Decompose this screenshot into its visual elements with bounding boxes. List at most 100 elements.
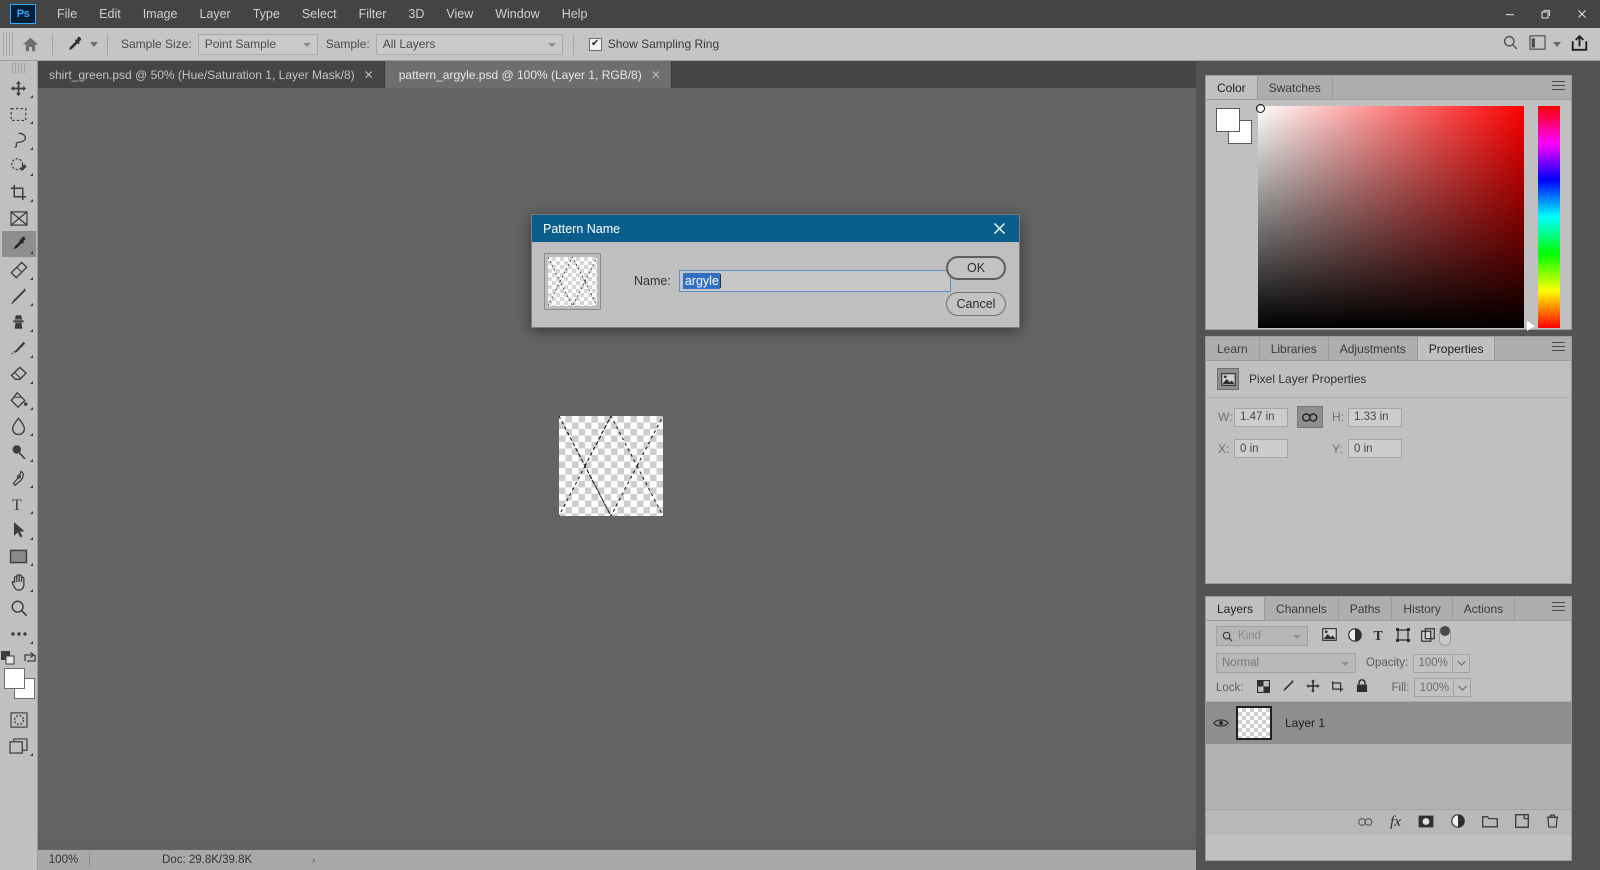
menu-item-image[interactable]: Image xyxy=(132,3,189,25)
menu-item-file[interactable]: File xyxy=(46,3,88,25)
options-bar-grip[interactable] xyxy=(3,32,13,56)
properties-panel-menu-icon[interactable] xyxy=(1552,342,1565,355)
layer-style-icon[interactable]: fx xyxy=(1390,814,1401,831)
status-expand-chevron-icon[interactable]: › xyxy=(312,855,315,866)
blend-mode-select[interactable]: Normal xyxy=(1216,653,1356,673)
smart-object-filter-icon[interactable] xyxy=(1421,627,1435,645)
rectangular-marquee-tool[interactable] xyxy=(2,101,36,127)
zoom-level[interactable]: 100% xyxy=(38,854,90,866)
dialog-close-button[interactable] xyxy=(979,215,1019,242)
menu-item-3d[interactable]: 3D xyxy=(397,3,435,25)
pen-tool[interactable] xyxy=(2,465,36,491)
tab-history[interactable]: History xyxy=(1392,597,1453,620)
link-layers-icon[interactable] xyxy=(1358,816,1373,830)
adjustment-filter-icon[interactable] xyxy=(1348,627,1362,645)
close-icon[interactable]: ✕ xyxy=(364,68,374,82)
tab-color[interactable]: Color xyxy=(1206,76,1258,99)
eye-icon[interactable] xyxy=(1206,717,1236,729)
width-field[interactable]: 1.47 in xyxy=(1234,407,1288,427)
path-selection-tool[interactable] xyxy=(2,517,36,543)
tab-paths[interactable]: Paths xyxy=(1339,597,1393,620)
spot-healing-brush-tool[interactable] xyxy=(2,257,36,283)
delete-layer-icon[interactable] xyxy=(1546,814,1559,831)
menu-item-view[interactable]: View xyxy=(435,3,484,25)
tab-channels[interactable]: Channels xyxy=(1265,597,1339,620)
canvas-area[interactable] xyxy=(38,88,1196,834)
history-brush-tool[interactable] xyxy=(2,335,36,361)
share-icon[interactable] xyxy=(1571,34,1588,55)
sample-select[interactable]: All Layers xyxy=(375,33,563,55)
move-tool[interactable] xyxy=(2,75,36,101)
lock-image-pixels-icon[interactable] xyxy=(1281,679,1295,696)
adjustment-layer-icon[interactable] xyxy=(1451,814,1465,831)
lasso-tool[interactable] xyxy=(2,127,36,153)
lock-artboard-icon[interactable] xyxy=(1331,680,1345,696)
swap-colors-icon[interactable] xyxy=(23,652,37,664)
edit-toolbar-button[interactable] xyxy=(2,621,36,647)
menu-item-filter[interactable]: Filter xyxy=(348,3,398,25)
cancel-button[interactable]: Cancel xyxy=(946,292,1006,316)
pattern-name-input[interactable]: argyle xyxy=(678,270,951,292)
color-panel-menu-icon[interactable] xyxy=(1552,81,1565,94)
show-sampling-ring-checkbox[interactable]: ✔ Show Sampling Ring xyxy=(588,37,719,51)
menu-item-window[interactable]: Window xyxy=(484,3,550,25)
opacity-stepper-chevron-icon[interactable] xyxy=(1453,653,1471,673)
fill-field[interactable]: 100% xyxy=(1414,678,1455,697)
frame-tool[interactable] xyxy=(2,205,36,231)
tool-color-swatches[interactable] xyxy=(2,667,36,701)
menu-item-select[interactable]: Select xyxy=(291,3,348,25)
hue-slider-handle[interactable] xyxy=(1527,321,1535,331)
tab-libraries[interactable]: Libraries xyxy=(1260,337,1329,360)
foreground-color-swatch[interactable] xyxy=(1216,108,1240,132)
link-aspect-ratio-button[interactable] xyxy=(1297,406,1323,428)
restore-button[interactable] xyxy=(1528,0,1564,28)
lock-transparent-pixels-icon[interactable] xyxy=(1256,679,1270,696)
crop-tool[interactable] xyxy=(2,179,36,205)
home-button[interactable] xyxy=(13,28,47,61)
menu-item-edit[interactable]: Edit xyxy=(88,3,132,25)
layer-name[interactable]: Layer 1 xyxy=(1285,716,1325,730)
layers-panel-menu-icon[interactable] xyxy=(1552,602,1565,615)
new-group-icon[interactable] xyxy=(1482,815,1498,831)
layer-list[interactable]: Layer 1 xyxy=(1206,701,1571,809)
layer-mask-icon[interactable] xyxy=(1418,815,1434,831)
eyedropper-tool[interactable] xyxy=(1,231,36,257)
new-layer-icon[interactable] xyxy=(1515,814,1529,831)
type-tool[interactable]: T xyxy=(2,491,36,517)
color-picker-marker[interactable] xyxy=(1256,104,1265,113)
pattern-name-dialog[interactable]: Pattern Name Name: argyle OK Cancel xyxy=(531,214,1020,328)
tab-layers[interactable]: Layers xyxy=(1206,597,1266,620)
ok-button[interactable]: OK xyxy=(946,256,1006,280)
minimize-button[interactable] xyxy=(1492,0,1528,28)
pixel-filter-icon[interactable] xyxy=(1322,628,1337,644)
type-filter-icon[interactable]: T xyxy=(1373,628,1385,645)
y-field[interactable]: 0 in xyxy=(1348,439,1402,458)
dodge-tool[interactable] xyxy=(2,439,36,465)
document-tab-pattern-argyle[interactable]: pattern_argyle.psd @ 100% (Layer 1, RGB/… xyxy=(384,61,672,88)
layer-thumbnail[interactable] xyxy=(1236,706,1272,740)
chevron-down-icon[interactable] xyxy=(1553,41,1561,47)
tab-actions[interactable]: Actions xyxy=(1453,597,1516,620)
height-field[interactable]: 1.33 in xyxy=(1348,407,1402,427)
tab-adjustments[interactable]: Adjustments xyxy=(1329,337,1418,360)
screen-mode-button[interactable] xyxy=(2,733,36,759)
close-icon[interactable]: ✕ xyxy=(651,68,661,82)
dialog-title-bar[interactable]: Pattern Name xyxy=(532,215,1019,242)
filter-toggle-switch[interactable] xyxy=(1439,626,1451,646)
opacity-field[interactable]: 100% xyxy=(1413,653,1454,673)
menu-item-help[interactable]: Help xyxy=(551,3,599,25)
hue-slider-strip[interactable] xyxy=(1527,106,1560,331)
filter-kind-select[interactable]: Kind xyxy=(1216,626,1308,646)
hand-tool[interactable] xyxy=(2,569,36,595)
clone-stamp-tool[interactable] xyxy=(2,309,36,335)
foreground-color-swatch[interactable] xyxy=(3,668,25,689)
tab-swatches[interactable]: Swatches xyxy=(1258,76,1333,99)
x-field[interactable]: 0 in xyxy=(1234,439,1288,458)
document-canvas[interactable] xyxy=(559,416,663,516)
quick-selection-tool[interactable] xyxy=(2,153,36,179)
eraser-tool[interactable] xyxy=(2,361,36,387)
blur-tool[interactable] xyxy=(2,413,36,439)
default-colors-icon[interactable] xyxy=(0,651,15,665)
color-ramp-field[interactable] xyxy=(1256,104,1524,328)
search-icon[interactable] xyxy=(1502,34,1519,54)
